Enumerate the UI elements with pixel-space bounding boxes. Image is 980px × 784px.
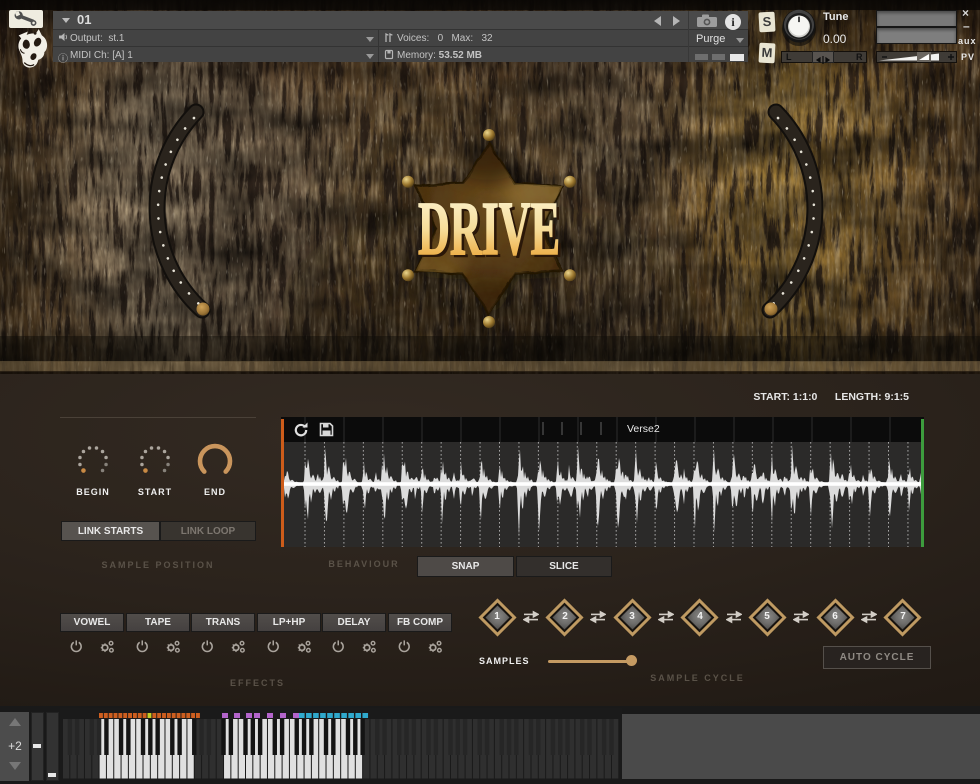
svg-text:DRIVE: DRIVE bbox=[418, 187, 560, 271]
